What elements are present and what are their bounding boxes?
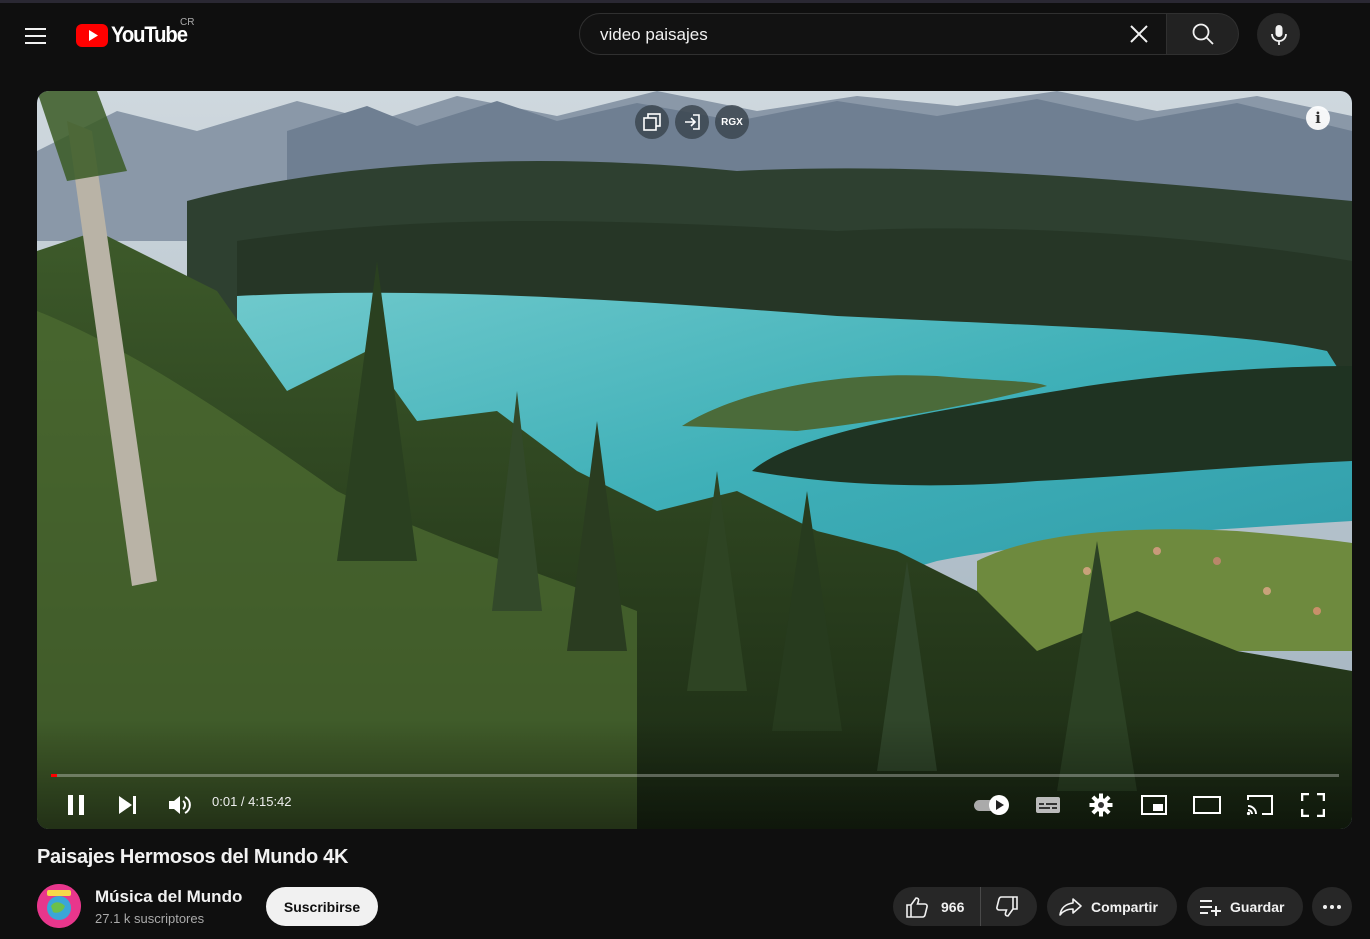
channel-name[interactable]: Música del Mundo	[95, 887, 242, 907]
cast-button[interactable]	[1243, 788, 1277, 822]
volume-icon	[169, 796, 191, 814]
subtitles-button[interactable]	[1031, 788, 1065, 822]
ext-enter-button[interactable]	[675, 105, 709, 139]
youtube-play-icon	[76, 23, 108, 47]
search-input[interactable]	[598, 14, 1122, 56]
progress-fill	[51, 774, 58, 777]
like-dislike-group: 966	[893, 887, 1037, 926]
gear-icon	[1089, 793, 1113, 817]
theater-mode-icon	[1193, 796, 1221, 814]
microphone-icon	[1270, 24, 1287, 45]
pause-icon	[68, 795, 84, 815]
clear-search-button[interactable]	[1120, 15, 1158, 53]
miniplayer-icon	[1141, 795, 1167, 815]
like-count: 966	[941, 898, 965, 915]
country-code: CR	[180, 17, 195, 28]
video-player[interactable]: RGX i 0:01 / 4:15:42	[37, 91, 1352, 829]
logo-text: YouTube	[111, 22, 188, 47]
share-icon	[1059, 897, 1082, 916]
ext-copy-button[interactable]	[635, 105, 669, 139]
more-horizontal-icon	[1323, 904, 1341, 909]
skip-next-icon	[119, 796, 136, 814]
settings-button[interactable]	[1085, 788, 1117, 822]
miniplayer-button[interactable]	[1137, 788, 1171, 822]
save-button[interactable]: Guardar	[1187, 887, 1303, 926]
youtube-logo[interactable]: YouTube	[76, 22, 193, 48]
search-box	[579, 13, 1167, 56]
thumbs-down-icon	[996, 895, 1019, 917]
autoplay-toggle-icon	[974, 795, 1009, 815]
dislike-button[interactable]	[981, 887, 1033, 926]
close-icon	[1130, 25, 1148, 43]
enter-icon	[685, 114, 700, 130]
search-icon	[1192, 23, 1214, 45]
time-display: 0:01 / 4:15:42	[212, 794, 292, 809]
subscribe-button[interactable]: Suscribirse	[266, 887, 378, 926]
fullscreen-button[interactable]	[1297, 788, 1329, 822]
cast-icon	[1246, 795, 1273, 816]
fullscreen-icon	[1301, 793, 1325, 817]
save-label: Guardar	[1230, 898, 1285, 915]
menu-button[interactable]	[16, 16, 56, 56]
next-button[interactable]	[113, 788, 143, 822]
share-label: Compartir	[1091, 898, 1158, 915]
more-actions-button[interactable]	[1312, 887, 1352, 926]
video-title: Paisajes Hermosos del Mundo 4K	[37, 846, 349, 868]
copy-window-icon	[643, 113, 661, 131]
thumbs-up-icon	[906, 896, 928, 918]
share-button[interactable]: Compartir	[1047, 887, 1177, 926]
theater-mode-button[interactable]	[1189, 788, 1225, 822]
hamburger-icon	[25, 28, 46, 44]
progress-bar[interactable]	[51, 774, 1339, 777]
subscriber-count: 27.1 k suscriptores	[95, 911, 205, 926]
autoplay-toggle[interactable]	[971, 788, 1013, 822]
channel-avatar[interactable]	[37, 884, 81, 928]
ext-rgx-button[interactable]: RGX	[715, 105, 749, 139]
search-button[interactable]	[1167, 13, 1239, 55]
playlist-add-icon	[1200, 899, 1221, 916]
masthead: YouTube CR	[0, 3, 1370, 65]
pause-button[interactable]	[61, 788, 91, 822]
mute-button[interactable]	[165, 788, 195, 822]
voice-search-button[interactable]	[1257, 13, 1300, 56]
info-icon[interactable]: i	[1306, 106, 1330, 130]
like-button[interactable]: 966	[893, 887, 982, 926]
avatar-globe-icon	[37, 884, 81, 928]
subtitles-icon	[1036, 797, 1060, 813]
